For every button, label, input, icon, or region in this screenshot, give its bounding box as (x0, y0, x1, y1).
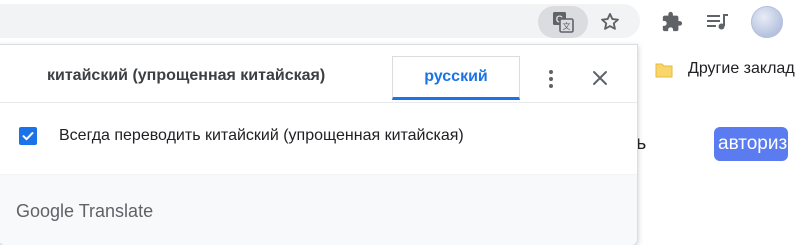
avatar[interactable] (751, 6, 783, 38)
language-tabs: китайский (упрощенная китайская) русский (0, 45, 637, 103)
always-translate-checkbox[interactable] (19, 127, 37, 145)
google-translate-logo: Google Translate (16, 201, 154, 221)
browser-toolbar: G 文 (0, 0, 805, 44)
bookmark-star-button[interactable] (596, 8, 624, 36)
translate-popup: китайский (упрощенная китайская) русский… (0, 44, 638, 245)
media-controls-button[interactable] (704, 8, 732, 36)
star-icon (601, 13, 619, 30)
translate-button[interactable]: G 文 (538, 6, 588, 38)
svg-text:文: 文 (563, 21, 571, 31)
login-button[interactable]: авториз (714, 127, 788, 161)
tab-source-language[interactable]: китайский (упрощенная китайская) (47, 67, 325, 85)
popup-footer: Google Translate (0, 174, 637, 245)
tab-target-language[interactable]: русский (392, 56, 520, 100)
extensions-button[interactable] (658, 8, 686, 36)
checkmark-icon (22, 132, 34, 141)
more-options-icon[interactable] (544, 67, 558, 91)
puzzle-icon (662, 11, 683, 32)
translate-icon: G 文 (553, 12, 574, 33)
media-playlist-icon (707, 14, 728, 30)
always-translate-row[interactable]: Всегда переводить китайский (упрощенная … (19, 125, 619, 149)
other-bookmarks-link[interactable]: Другие заклад (688, 60, 795, 78)
always-translate-label: Всегда переводить китайский (упрощенная … (59, 127, 464, 144)
close-icon[interactable] (591, 69, 609, 87)
folder-icon (655, 63, 673, 78)
